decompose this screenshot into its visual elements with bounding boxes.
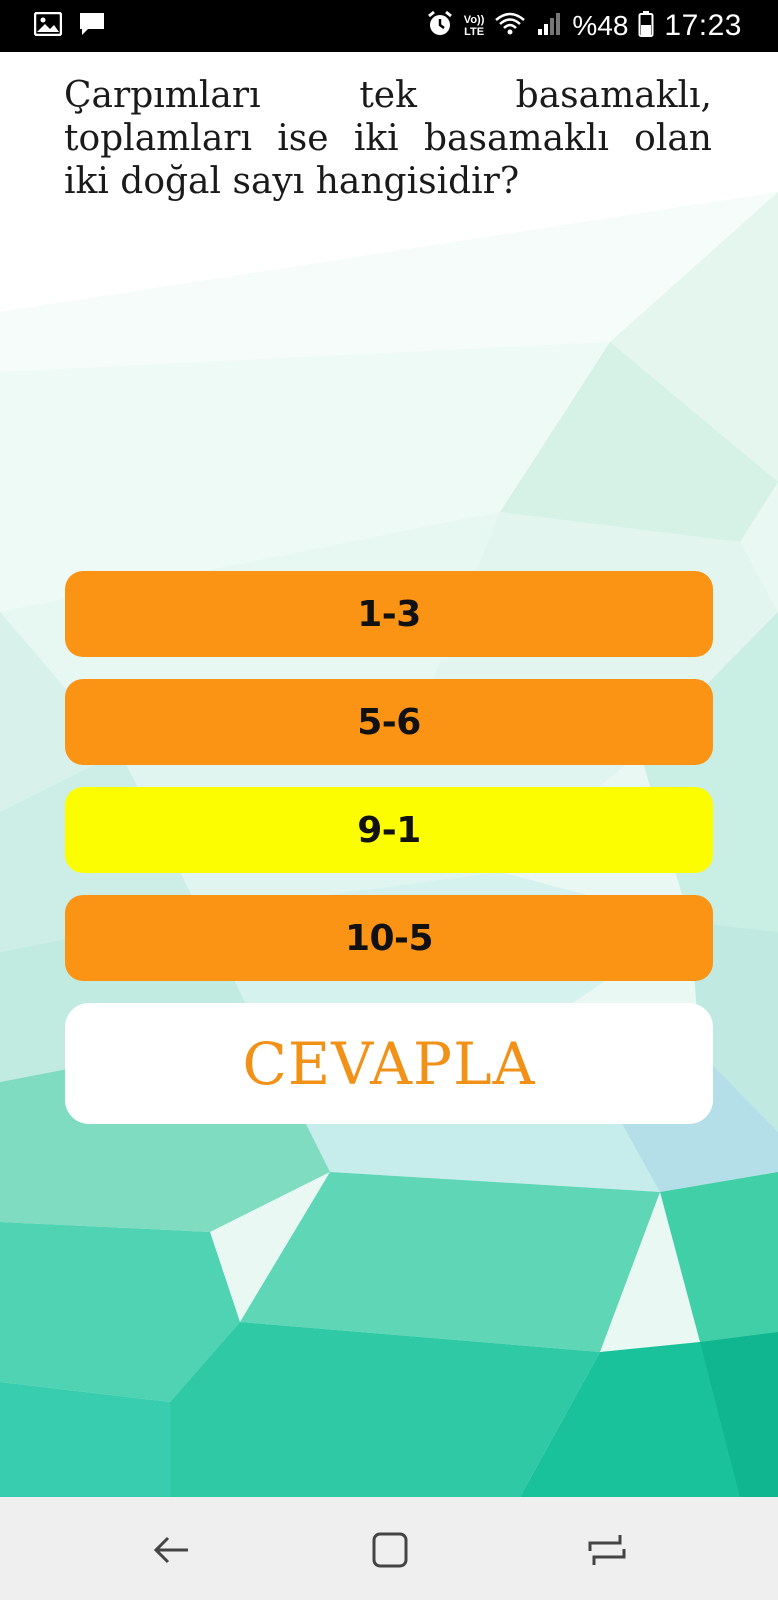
option-button[interactable]: 5-6 [65,679,713,765]
clock: 17:23 [664,9,742,42]
image-icon [33,11,63,41]
battery-icon [638,10,654,43]
battery-percent: %48 [572,10,629,41]
message-icon [78,11,106,42]
answer-button[interactable]: CEVAPLA [65,1003,713,1124]
home-icon[interactable] [364,1525,414,1575]
alarm-icon [426,10,454,43]
signal-icon [536,11,562,42]
status-bar: Vo)) LTE %48 17:23 [0,0,778,52]
navigation-bar [0,1497,778,1600]
option-button[interactable]: 10-5 [65,895,713,981]
answer-options: 1-3 5-6 9-1 10-5 [65,571,713,1003]
wifi-icon [494,11,526,42]
question-text: Çarpımları tek basamaklı, toplamları ise… [64,75,712,202]
volte-label: Vo)) [463,14,485,26]
option-button-selected[interactable]: 9-1 [65,787,713,873]
lte-label: LTE [464,26,485,38]
recents-icon[interactable] [582,1525,632,1575]
option-button[interactable]: 1-3 [65,571,713,657]
back-icon[interactable] [148,1525,198,1575]
volte-icon: Vo)) LTE [464,14,485,38]
